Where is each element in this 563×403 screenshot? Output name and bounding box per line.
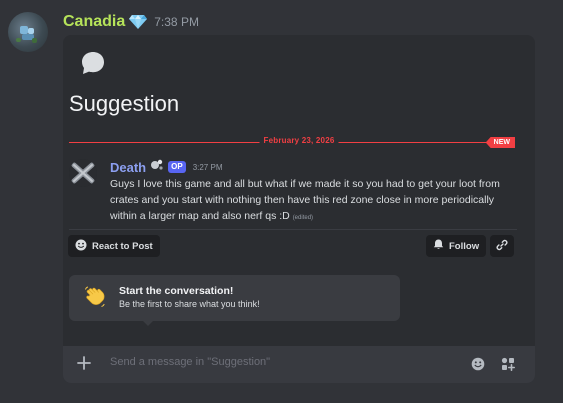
start-conversation-prompt: Start the conversation! Be the first to … [69, 275, 400, 321]
emoji-picker-button[interactable] [471, 357, 485, 371]
op-avatar[interactable] [69, 159, 97, 187]
follow-label: Follow [449, 240, 480, 252]
message-input[interactable] [110, 356, 450, 368]
message-header: Canadia 7:38 PM [63, 12, 199, 32]
follow-button[interactable]: Follow [426, 235, 487, 257]
empty-state-subtitle: Be the first to share what you think! [119, 299, 260, 309]
message-composer [63, 346, 535, 383]
author-name[interactable]: Canadia [63, 13, 125, 31]
react-to-post-button[interactable]: React to Post [68, 235, 160, 257]
prompt-pointer [143, 321, 153, 326]
plus-icon [77, 356, 91, 370]
copy-link-button[interactable] [490, 235, 514, 257]
apps-icon [501, 357, 515, 371]
op-timestamp: 3:27 PM [192, 162, 223, 172]
add-attachment-button[interactable] [76, 355, 92, 371]
forum-post-card: Suggestion February 23, 2026 NEW Death O… [63, 35, 535, 383]
divider-date: February 23, 2026 [259, 136, 339, 145]
apps-button[interactable] [501, 357, 515, 371]
link-icon [496, 239, 508, 254]
post-actions-divider [69, 229, 517, 230]
speech-bubble-icon [80, 50, 106, 76]
op-author-name[interactable]: Death [110, 160, 146, 175]
smiley-icon [471, 357, 485, 371]
react-to-post-label: React to Post [92, 240, 153, 252]
avatar[interactable] [8, 12, 48, 52]
new-badge: NEW [485, 137, 515, 148]
role-icon [150, 158, 164, 176]
smiley-icon [75, 239, 87, 254]
op-message-body: Guys I love this game and all but what i… [110, 176, 510, 226]
edited-label: (edited) [292, 215, 314, 221]
op-tag: OP [168, 161, 186, 173]
message-timestamp: 7:38 PM [154, 15, 199, 29]
bell-icon [433, 239, 444, 253]
thread-title: Suggestion [69, 91, 180, 116]
op-header: Death OP 3:27 PM [110, 159, 222, 175]
waving-hand-icon [84, 286, 106, 313]
empty-state-title: Start the conversation! [119, 285, 234, 297]
gem-icon[interactable] [129, 14, 148, 30]
